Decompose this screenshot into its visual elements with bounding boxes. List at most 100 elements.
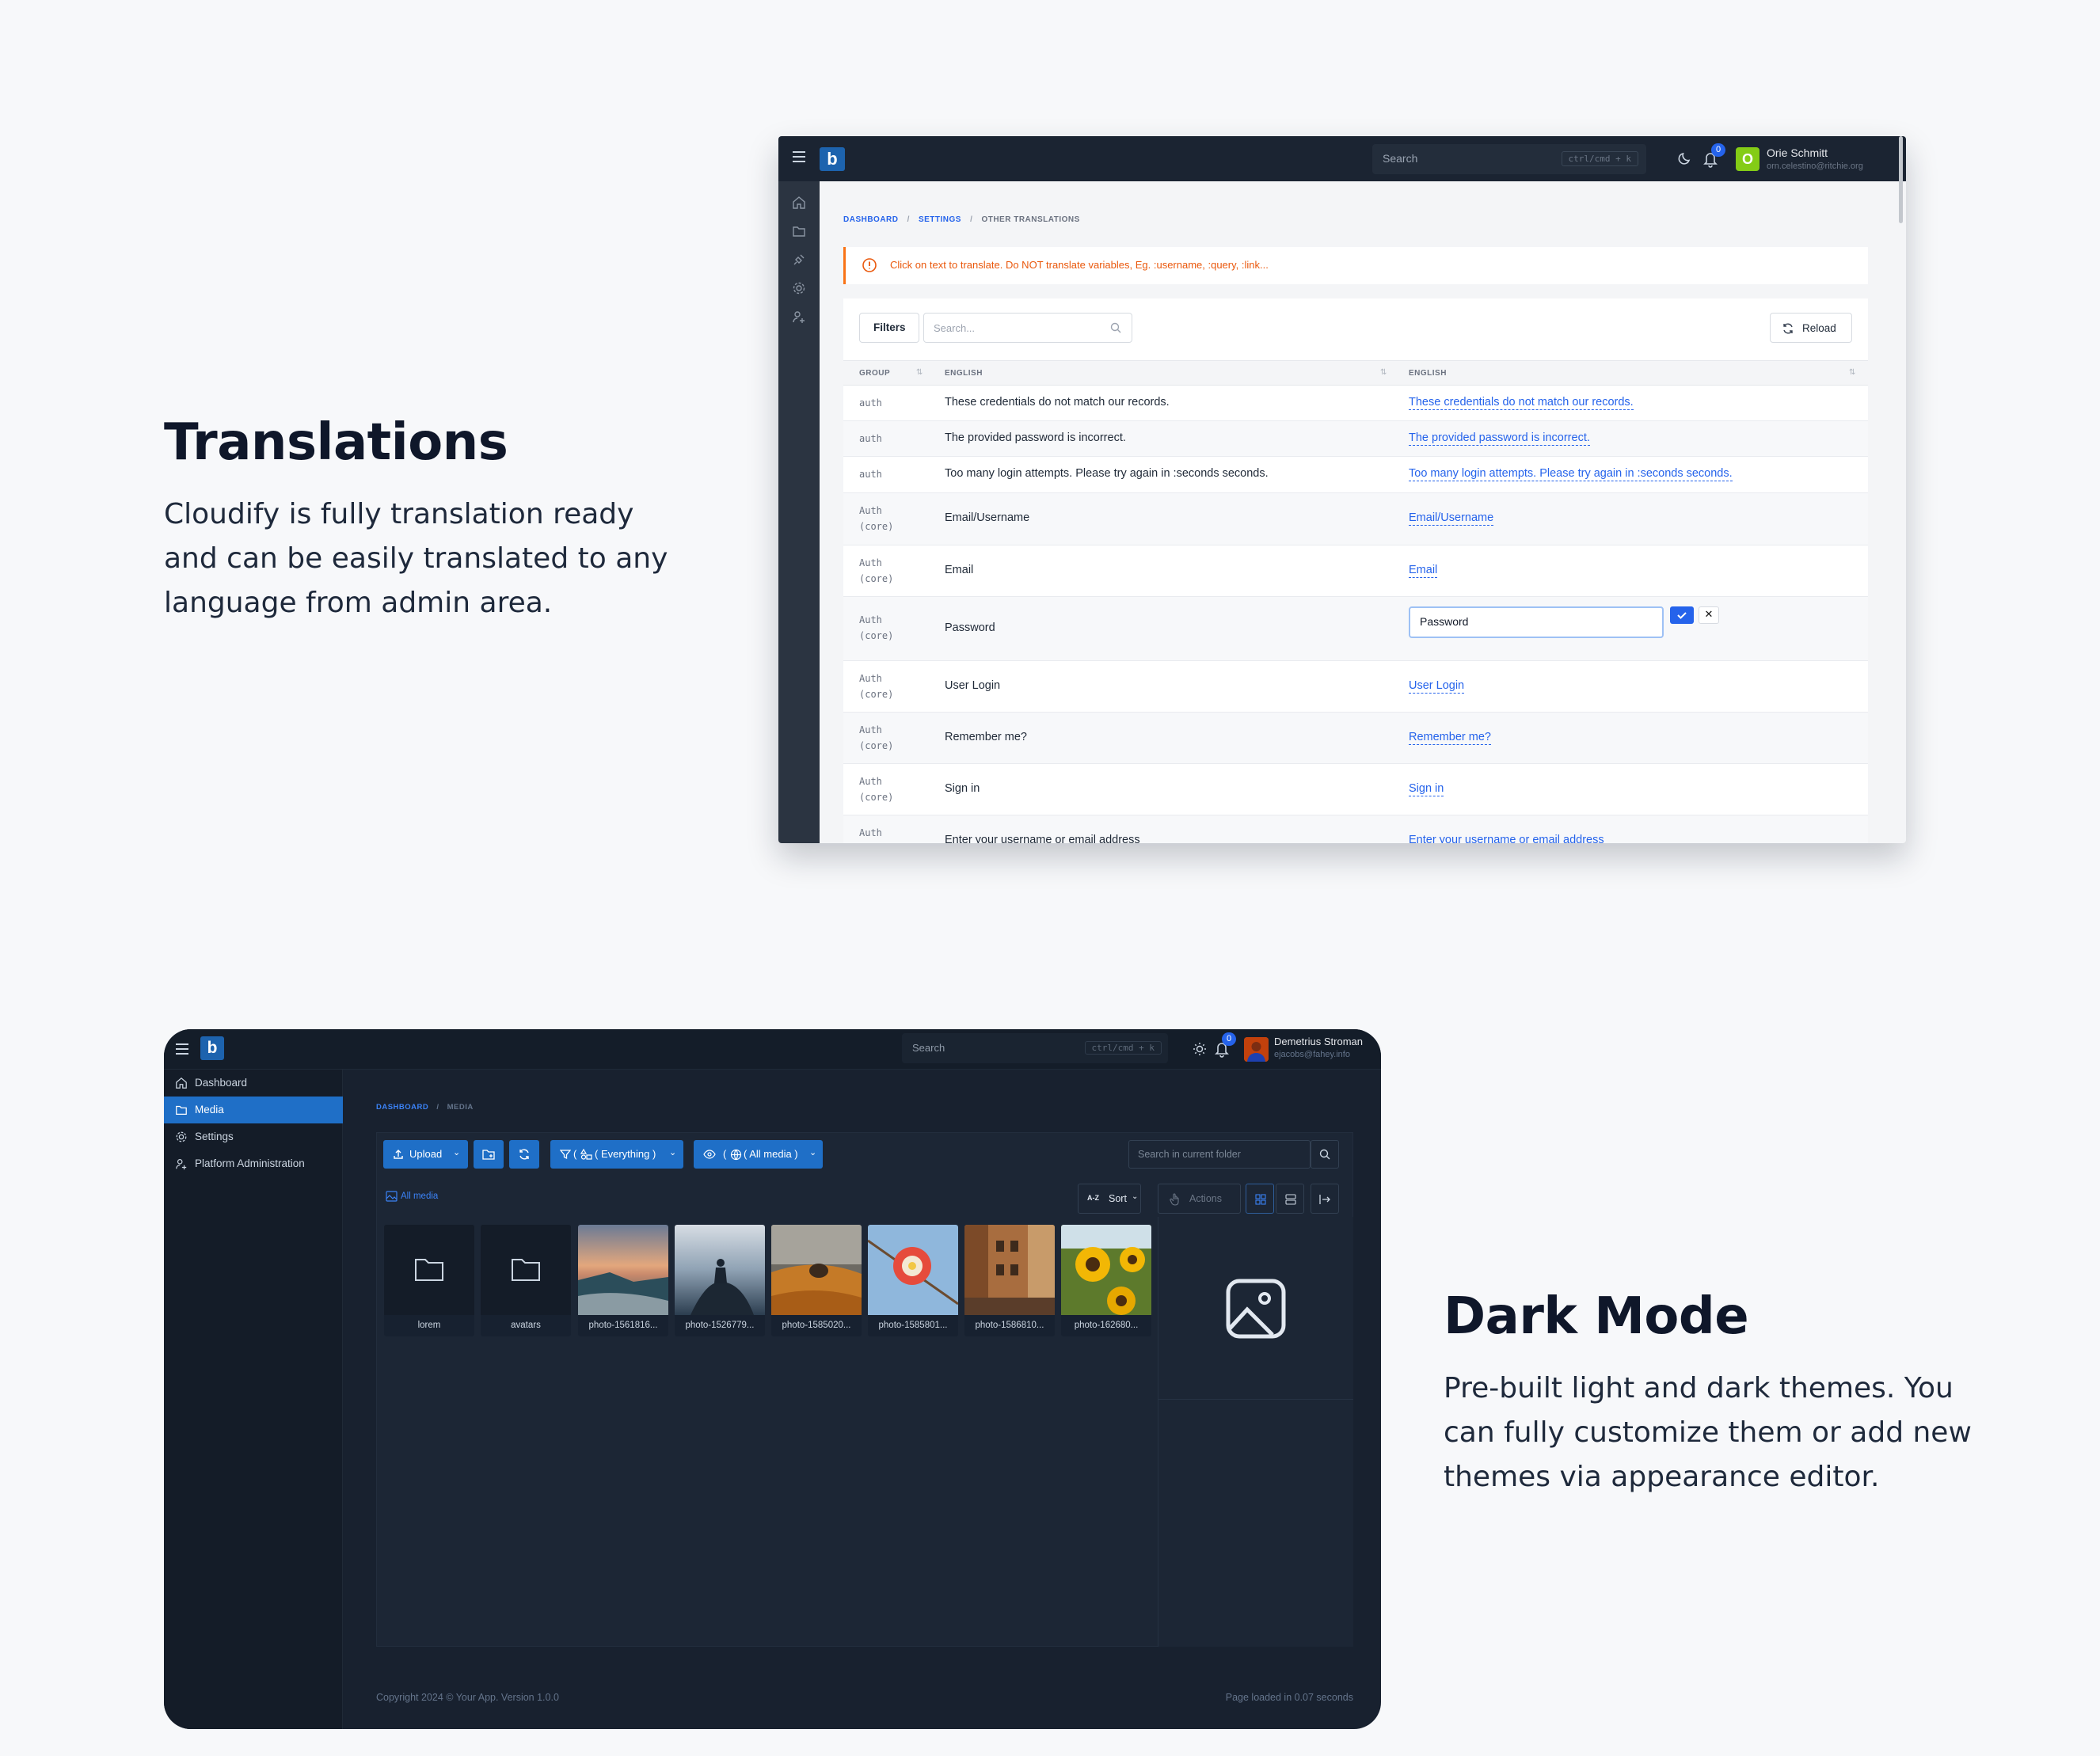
row-group: Auth — [859, 827, 882, 838]
folder-icon — [176, 1105, 187, 1115]
sort-icon[interactable]: ⇅ — [1380, 368, 1387, 377]
confirm-button[interactable] — [1670, 606, 1694, 624]
filters-button[interactable]: Filters — [859, 313, 919, 343]
row-translation[interactable]: Enter your username or email address — [1409, 834, 1604, 843]
media-item-image[interactable]: photo-1526779... — [675, 1225, 765, 1336]
media-item-image[interactable]: photo-162680... — [1061, 1225, 1151, 1336]
folder-icon[interactable] — [792, 224, 806, 238]
breadcrumb-settings[interactable]: SETTINGS — [919, 215, 961, 224]
hamburger-icon[interactable] — [176, 1043, 188, 1055]
sidebar-item-media[interactable]: Media — [164, 1097, 343, 1123]
chevron-down-icon: ⌄ — [453, 1148, 461, 1157]
row-translation[interactable]: Sign in — [1409, 782, 1444, 796]
list-view-button[interactable] — [1276, 1184, 1304, 1214]
hamburger-icon[interactable] — [793, 151, 805, 162]
row-group-suffix: (core) — [859, 573, 894, 584]
row-source: User Login — [945, 679, 1001, 692]
row-translation[interactable]: The provided password is incorrect. — [1409, 431, 1590, 446]
avatar[interactable]: O — [1736, 147, 1760, 171]
column-header-source[interactable]: ENGLISH — [945, 369, 983, 378]
home-icon[interactable] — [792, 196, 806, 210]
sidebar-item-label: Media — [195, 1104, 224, 1116]
row-translation[interactable]: These credentials do not match our recor… — [1409, 396, 1634, 410]
avatar[interactable] — [1244, 1037, 1269, 1062]
user-admin-icon[interactable] — [792, 310, 806, 324]
breadcrumb-dashboard[interactable]: DASHBOARD — [376, 1103, 428, 1112]
upload-button[interactable]: Upload ⌄ — [383, 1140, 468, 1169]
sidebar-item-platform-administration[interactable]: Platform Administration — [164, 1150, 343, 1177]
filter-everything-button[interactable]: ( ( Everything ) ⌄ — [550, 1140, 683, 1169]
breadcrumb: DASHBOARD / MEDIA — [376, 1097, 474, 1112]
row-translation[interactable]: Remember me? — [1409, 731, 1491, 745]
moon-icon[interactable] — [1677, 150, 1693, 166]
grid-view-button[interactable] — [1246, 1184, 1274, 1214]
column-header-translation[interactable]: ENGLISH — [1409, 369, 1447, 378]
row-source: Email — [945, 564, 974, 576]
new-folder-button[interactable] — [474, 1140, 504, 1169]
image-thumbnail — [771, 1225, 862, 1315]
folder-search-input[interactable]: Search in current folder — [1128, 1140, 1311, 1169]
media-item-folder[interactable]: avatars — [481, 1225, 571, 1336]
row-source: Sign in — [945, 782, 980, 795]
row-translation[interactable]: Too many login attempts. Please try agai… — [1409, 467, 1733, 481]
app-logo[interactable]: b — [200, 1036, 224, 1060]
toggle-panel-button[interactable] — [1311, 1184, 1339, 1214]
media-item-image[interactable]: photo-1561816... — [578, 1225, 668, 1336]
reload-label: Reload — [1802, 322, 1836, 334]
sidebar-item-label: Dashboard — [195, 1077, 248, 1089]
cancel-button[interactable]: ✕ — [1699, 606, 1719, 624]
user-name[interactable]: Orie Schmitt — [1767, 146, 1828, 159]
table-row: Auth Enter your username or email addres… — [843, 815, 1868, 843]
media-item-image[interactable]: photo-1585020... — [771, 1225, 862, 1336]
folder-search-button[interactable] — [1311, 1140, 1339, 1169]
user-name[interactable]: Demetrius Stroman — [1274, 1036, 1363, 1047]
search-icon — [1319, 1149, 1330, 1160]
column-header-group[interactable]: GROUP — [859, 369, 890, 378]
globe-icon — [730, 1149, 742, 1161]
reload-button[interactable]: Reload — [1770, 313, 1852, 343]
breadcrumb: DASHBOARD / SETTINGS / OTHER TRANSLATION… — [843, 210, 1080, 225]
media-item-image[interactable]: photo-1585801... — [868, 1225, 958, 1336]
search-shortcut: ctrl/cmd + k — [1561, 151, 1638, 166]
sort-icon[interactable]: ⇅ — [916, 368, 923, 377]
visibility-all-media-button[interactable]: ( ( All media ) ⌄ — [694, 1140, 823, 1169]
search-placeholder: Search — [912, 1042, 945, 1054]
row-translation[interactable]: User Login — [1409, 679, 1465, 694]
folder-path-link[interactable]: All media — [401, 1192, 438, 1201]
table-row: auth The provided password is incorrect.… — [843, 421, 1868, 457]
media-item-image[interactable]: photo-1586810... — [964, 1225, 1055, 1336]
person-on-rock-image — [675, 1225, 765, 1315]
media-app-window: b Search ctrl/cmd + k 0 Demetrius Stroma… — [164, 1029, 1381, 1729]
media-item-name: photo-1526779... — [685, 1321, 755, 1330]
media-item-folder[interactable]: lorem — [384, 1225, 474, 1336]
media-item-name: photo-162680... — [1074, 1321, 1139, 1330]
row-group-suffix: (core) — [859, 521, 894, 532]
row-translation[interactable]: Email — [1409, 564, 1438, 578]
translation-edit-input[interactable]: Password — [1409, 606, 1664, 638]
sort-button[interactable]: A-Z Sort ⌄ — [1078, 1184, 1141, 1214]
row-translation[interactable]: Email/Username — [1409, 511, 1494, 526]
eye-icon — [703, 1150, 716, 1159]
plug-icon[interactable] — [792, 253, 806, 267]
autumn-dog-image — [771, 1225, 862, 1315]
sidebar-item-settings[interactable]: Settings — [164, 1123, 343, 1150]
sort-icon[interactable]: ⇅ — [1849, 368, 1855, 377]
chevron-down-icon: ⌄ — [1132, 1192, 1139, 1201]
sun-icon[interactable] — [1192, 1041, 1208, 1057]
app-logo[interactable]: b — [820, 147, 845, 171]
table-search-input[interactable]: Search... — [923, 313, 1132, 343]
actions-button[interactable]: Actions — [1158, 1184, 1241, 1214]
refresh-button[interactable] — [509, 1140, 539, 1169]
global-search-input[interactable]: Search ctrl/cmd + k — [902, 1033, 1168, 1063]
table-row: auth Too many login attempts. Please try… — [843, 457, 1868, 493]
breadcrumb-dashboard[interactable]: DASHBOARD — [843, 215, 899, 224]
scrollbar[interactable] — [1899, 136, 1903, 223]
sidebar-item-dashboard[interactable]: Dashboard — [164, 1070, 343, 1097]
gear-icon[interactable] — [792, 281, 806, 295]
global-search-input[interactable]: Search ctrl/cmd + k — [1372, 144, 1646, 174]
user-photo-icon — [1244, 1037, 1269, 1062]
search-placeholder: Search — [1383, 152, 1418, 165]
translate-alert: Click on text to translate. Do NOT trans… — [843, 247, 1868, 284]
visibility-paren: ( — [723, 1148, 727, 1160]
refresh-icon — [1783, 323, 1793, 334]
